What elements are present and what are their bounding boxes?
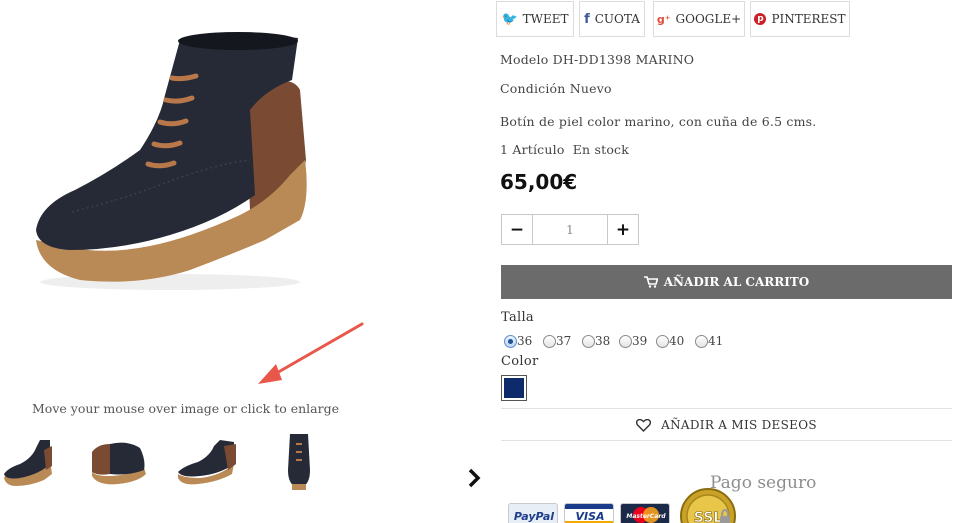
thumbnail[interactable]	[0, 430, 62, 492]
cart-icon	[643, 276, 658, 288]
model-line: Modelo DH-DD1398 MARINO	[500, 52, 695, 67]
condition-value: Nuevo	[569, 81, 612, 96]
ssl-badge-icon: SSL	[680, 488, 736, 523]
stock-count: 1	[500, 142, 509, 157]
product-main-image[interactable]	[0, 0, 340, 300]
divider	[501, 440, 952, 441]
mastercard-logo: MasterCard	[620, 503, 670, 523]
chevron-right-icon[interactable]	[464, 466, 484, 490]
thumbnail[interactable]	[270, 430, 332, 492]
quantity-decrease-button[interactable]: −	[502, 215, 532, 244]
thumbnail[interactable]	[176, 430, 238, 492]
zoom-hint: Move your mouse over image or click to e…	[32, 401, 339, 416]
facebook-share-button[interactable]: f CUOTA	[579, 1, 645, 37]
twitter-icon: 🐦	[501, 11, 518, 27]
radio-button[interactable]	[504, 334, 517, 348]
product-description: Botín de piel color marino, con cuña de …	[500, 114, 817, 129]
radio-button[interactable]	[695, 334, 708, 348]
product-price: 65,00€	[500, 170, 578, 194]
google-plus-icon: g⁺	[656, 12, 671, 26]
size-option-41[interactable]: 41	[695, 334, 723, 348]
size-label: Talla	[501, 310, 534, 325]
size-option-37[interactable]: 37	[543, 334, 571, 348]
size-option-38[interactable]: 38	[582, 334, 610, 348]
tweet-button[interactable]: 🐦 TWEET	[496, 1, 574, 37]
quantity-increase-button[interactable]: +	[608, 215, 638, 244]
svg-text:MasterCard: MasterCard	[626, 513, 666, 520]
pinterest-icon: p	[754, 13, 767, 25]
heart-icon	[636, 418, 652, 432]
divider	[501, 408, 952, 409]
thumbnail-strip	[0, 430, 330, 492]
svg-text:VISA: VISA	[575, 510, 604, 523]
product-gallery: Move your mouse over image or click to e…	[0, 0, 490, 523]
stock-line: 1 Artículo En stock	[500, 142, 630, 157]
annotation-arrow	[258, 322, 364, 384]
radio-button[interactable]	[619, 334, 632, 348]
add-to-cart-button[interactable]: AÑADIR AL CARRITO	[501, 265, 952, 299]
color-swatch-navy[interactable]	[501, 375, 527, 401]
svg-text:PayPal: PayPal	[514, 510, 554, 523]
radio-button[interactable]	[656, 334, 669, 348]
quantity-input[interactable]	[532, 215, 608, 244]
color-label: Color	[501, 354, 539, 369]
quantity-stepper: − +	[501, 214, 639, 245]
visa-logo: VISA	[564, 503, 614, 523]
thumbnail[interactable]	[88, 430, 150, 492]
model-value: DH-DD1398 MARINO	[552, 52, 695, 67]
size-option-40[interactable]: 40	[656, 334, 684, 348]
size-option-39[interactable]: 39	[619, 334, 647, 348]
facebook-icon: f	[584, 11, 590, 27]
color-swatch-fill	[504, 378, 524, 398]
radio-button[interactable]	[543, 334, 556, 348]
pinterest-button[interactable]: p PINTEREST	[750, 1, 850, 37]
size-option-36[interactable]: 36	[504, 334, 532, 348]
google-plus-button[interactable]: g⁺ GOOGLE+	[653, 1, 745, 37]
stock-status: En stock	[572, 142, 630, 157]
svg-text:SSL: SSL	[694, 510, 723, 523]
condition-line: Condición Nuevo	[500, 81, 612, 96]
paypal-logo: PayPal	[508, 503, 558, 523]
product-info: 🐦 TWEET f CUOTA g⁺ GOOGLE+ p PINTEREST M…	[496, 0, 956, 523]
radio-button[interactable]	[582, 334, 595, 348]
add-to-wishlist-button[interactable]: AÑADIR A MIS DESEOS	[501, 410, 952, 440]
